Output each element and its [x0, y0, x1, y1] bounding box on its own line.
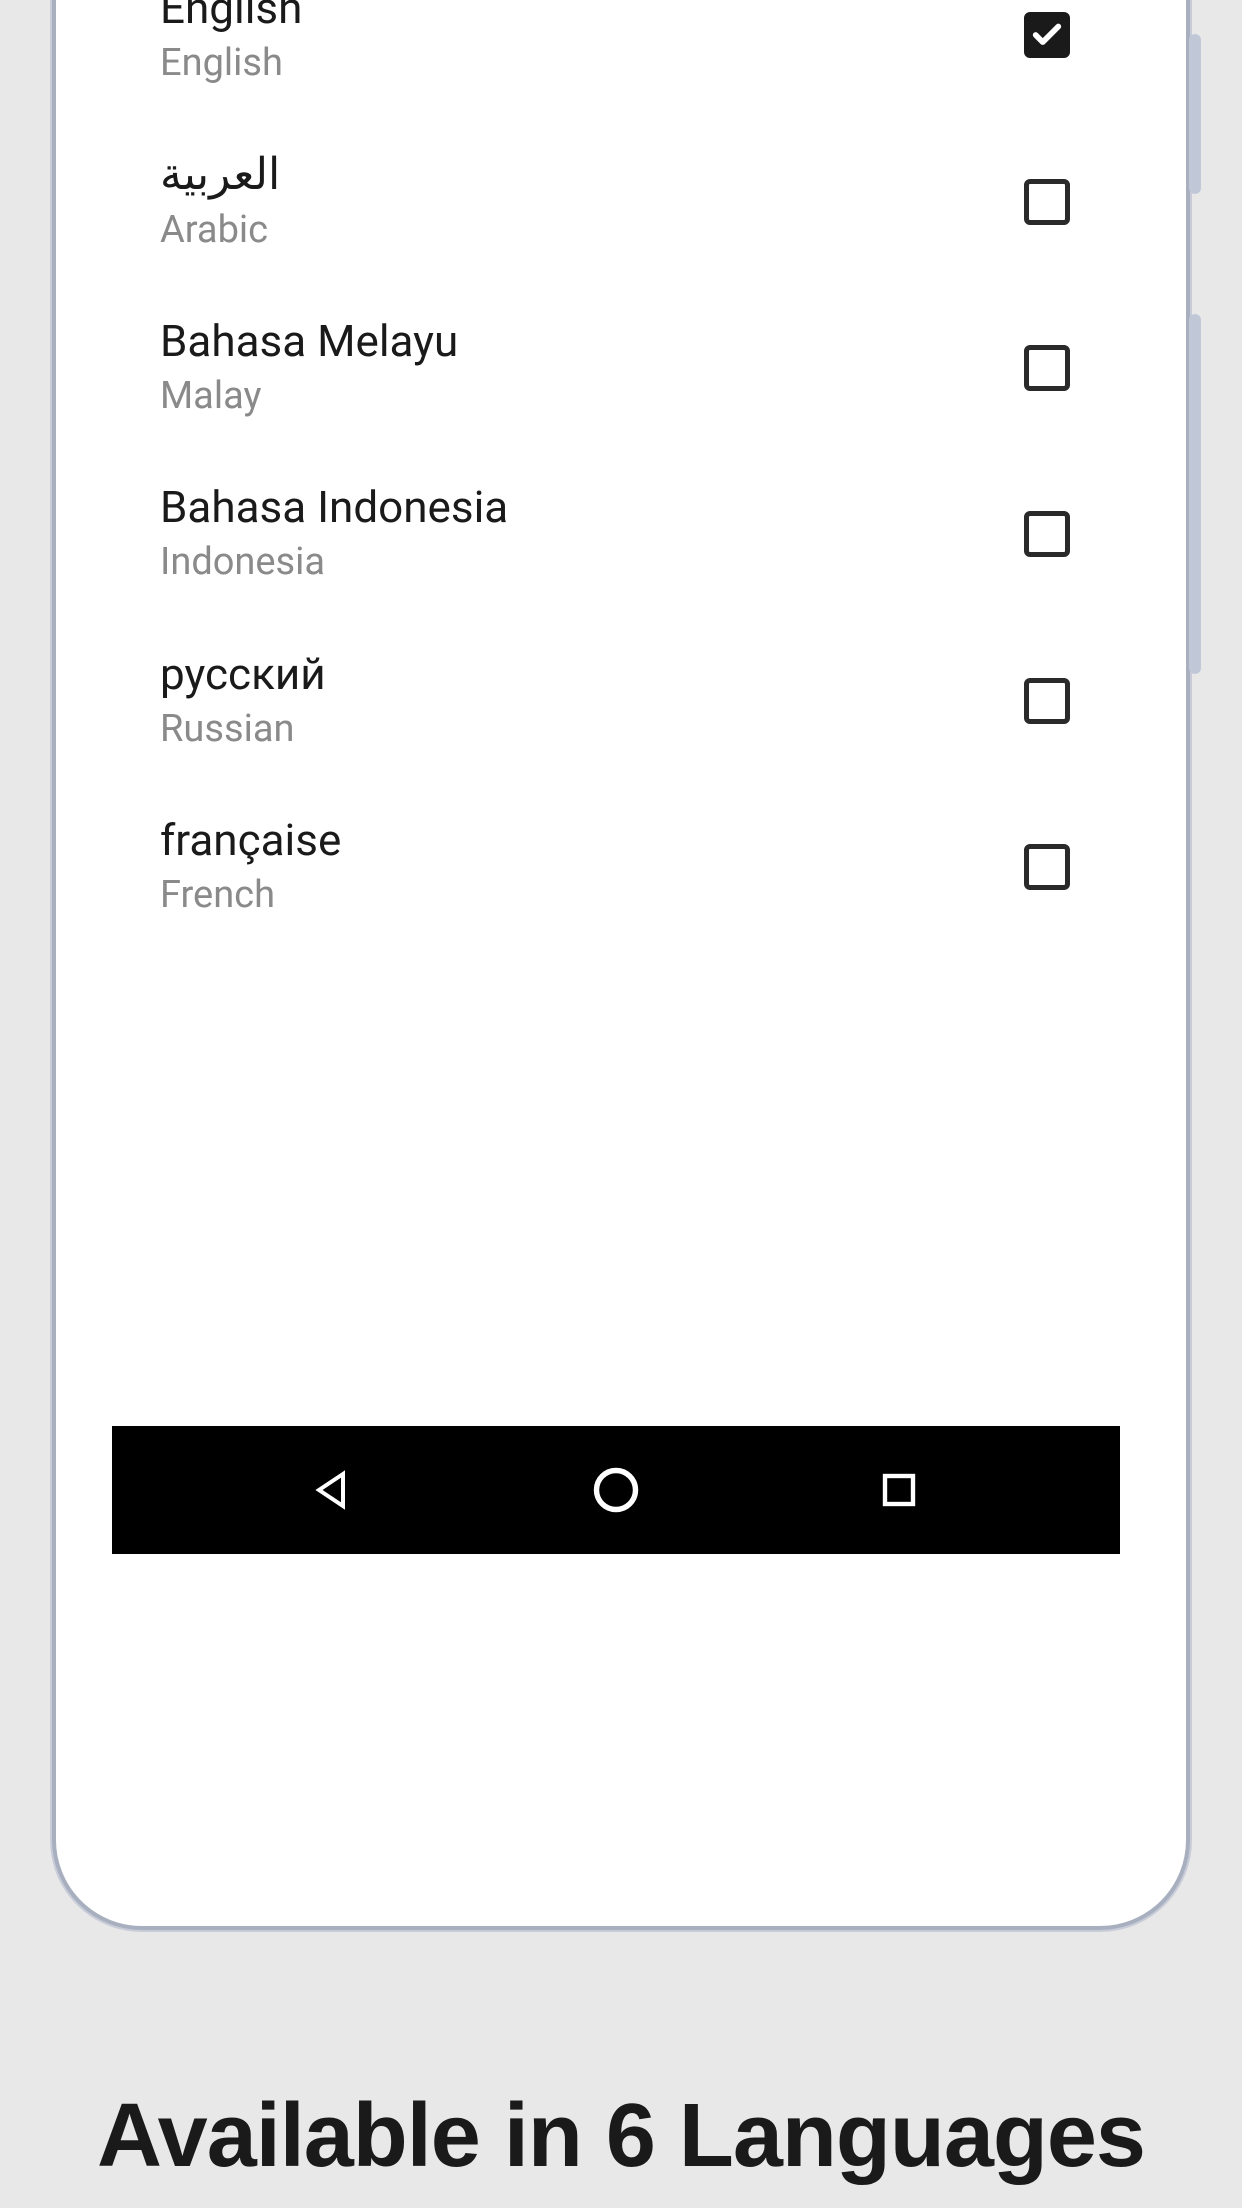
- check-icon: [1030, 18, 1064, 52]
- nav-back-icon: [309, 1466, 357, 1514]
- language-checkbox[interactable]: [1024, 12, 1070, 58]
- language-text: Bahasa MelayuMalay: [160, 313, 458, 423]
- language-english-label: Arabic: [160, 204, 280, 257]
- language-english-label: English: [160, 37, 302, 90]
- language-checkbox[interactable]: [1024, 511, 1070, 557]
- nav-home-icon: [590, 1464, 642, 1516]
- language-native-label: English: [160, 0, 302, 37]
- language-text: العربيةArabic: [160, 146, 280, 256]
- language-native-label: русский: [160, 646, 326, 703]
- language-native-label: العربية: [160, 146, 280, 203]
- language-checkbox[interactable]: [1024, 179, 1070, 225]
- language-item[interactable]: Bahasa MelayuMalay: [122, 285, 1110, 451]
- language-checkbox[interactable]: [1024, 844, 1070, 890]
- nav-back-button[interactable]: [305, 1462, 361, 1518]
- language-item[interactable]: EnglishEnglish: [122, 0, 1110, 118]
- language-item[interactable]: Bahasa IndonesiaIndonesia: [122, 451, 1110, 617]
- language-native-label: Bahasa Indonesia: [160, 479, 508, 536]
- language-text: русскийRussian: [160, 646, 326, 756]
- language-english-label: Indonesia: [160, 536, 508, 589]
- language-native-label: Bahasa Melayu: [160, 313, 458, 370]
- language-checkbox[interactable]: [1024, 678, 1070, 724]
- language-text: Bahasa IndonesiaIndonesia: [160, 479, 508, 589]
- language-native-label: française: [160, 812, 341, 869]
- screen: Select Language EnglishEnglishالعربيةAra…: [112, 0, 1120, 1554]
- language-item[interactable]: русскийRussian: [122, 618, 1110, 784]
- side-button-top: [1189, 34, 1201, 194]
- nav-recent-button[interactable]: [871, 1462, 927, 1518]
- language-item[interactable]: العربيةArabic: [122, 118, 1110, 284]
- language-list: EnglishEnglish العربيةArabic Bahasa Melayu…: [112, 0, 1120, 970]
- language-text: françaiseFrench: [160, 812, 341, 922]
- language-text: EnglishEnglish: [160, 0, 302, 90]
- nav-home-button[interactable]: [588, 1462, 644, 1518]
- android-nav-bar: [112, 1426, 1120, 1554]
- language-english-label: French: [160, 869, 341, 922]
- language-english-label: Russian: [160, 703, 326, 756]
- side-button-bottom: [1189, 314, 1201, 674]
- nav-recent-icon: [878, 1469, 920, 1511]
- language-checkbox[interactable]: [1024, 345, 1070, 391]
- language-item[interactable]: françaiseFrench: [122, 784, 1110, 950]
- language-english-label: Malay: [160, 370, 458, 423]
- promo-caption: Available in 6 Languages: [0, 2085, 1242, 2188]
- phone-frame: Select Language EnglishEnglishالعربيةAra…: [52, 0, 1190, 1930]
